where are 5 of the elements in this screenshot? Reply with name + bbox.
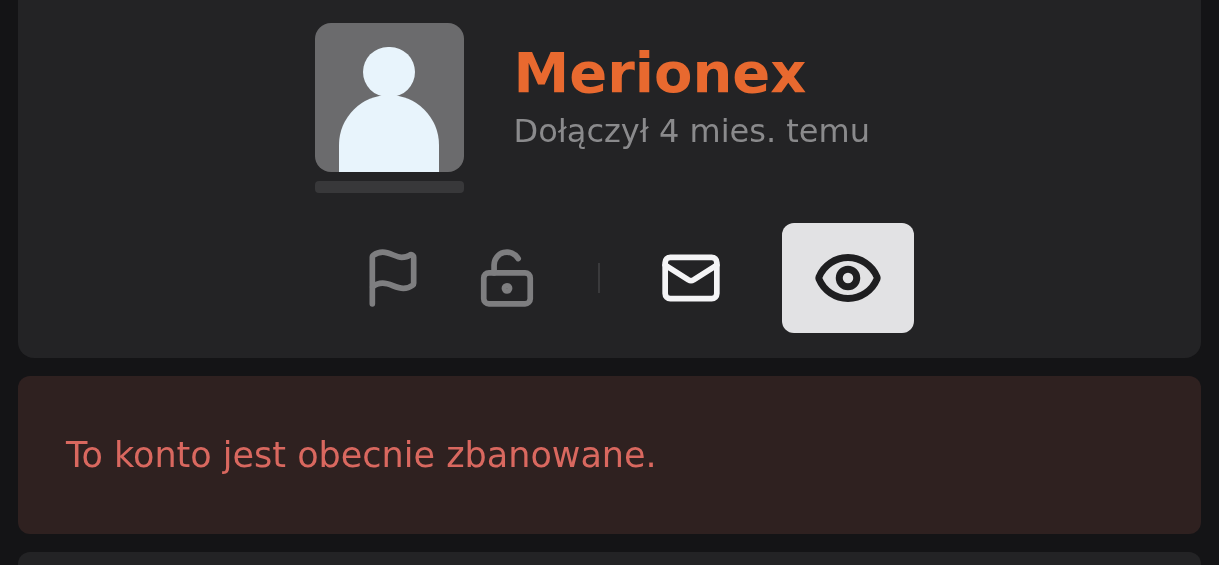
avatar-icon: [314, 23, 464, 172]
join-date: Dołączył 4 mies. temu: [513, 111, 870, 152]
ban-message: To konto jest obecnie zbanowane.: [66, 433, 657, 477]
username: Merionex: [513, 39, 808, 107]
eye-button[interactable]: [781, 223, 914, 333]
